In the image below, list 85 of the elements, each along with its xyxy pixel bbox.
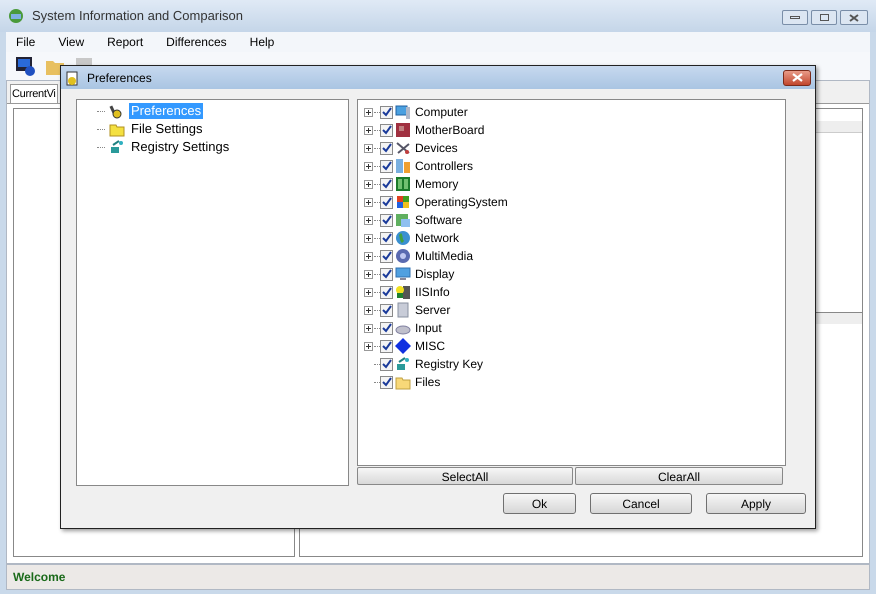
controller-icon [395,158,411,174]
category-label: Controllers [415,158,474,175]
expand-icon[interactable] [364,288,373,296]
dialog-title: Preferences [87,70,152,86]
menu-item[interactable]: Differences [166,33,227,51]
menu-item[interactable]: View [58,33,84,51]
nav-item[interactable]: Registry Settings [129,139,232,155]
expand-icon[interactable] [364,108,373,116]
software-icon [395,212,411,228]
menu-item[interactable]: Report [107,33,144,51]
checkbox[interactable] [380,196,393,208]
checkbox[interactable] [380,304,393,316]
category-label: IISInfo [415,284,450,301]
list-button[interactable]: ClearAll [575,467,783,485]
four-color-flag-icon [395,194,411,210]
expand-icon[interactable] [364,216,373,224]
checkbox[interactable] [380,322,393,334]
category-label: Memory [415,176,458,193]
checkbox[interactable] [380,286,393,298]
category-label: Display [415,266,454,283]
dialog-button[interactable]: Cancel [590,493,692,514]
checkbox[interactable] [380,376,393,388]
expand-icon[interactable] [364,324,373,332]
checkbox[interactable] [380,178,393,190]
checkbox[interactable] [380,124,393,136]
category-label: Input [415,320,442,337]
expand-icon[interactable] [364,306,373,314]
category-label: MotherBoard [415,122,484,139]
window-title: System Information and Comparison [32,7,243,26]
checkbox[interactable] [380,142,393,154]
category-label: Network [415,230,460,247]
category-label: MultiMedia [415,248,474,265]
registry-icon [109,139,125,155]
category-label: Software [415,212,462,229]
tools-icon [395,140,411,156]
server-key-icon [395,284,411,300]
expand-icon[interactable] [364,234,373,242]
checkbox[interactable] [380,232,393,244]
category-label: Computer [415,104,468,121]
memory-chip-icon [395,176,411,192]
registry-icon [395,356,411,372]
checkbox[interactable] [380,214,393,226]
expand-icon[interactable] [364,180,373,188]
category-label: Server [415,302,450,319]
dialog-button[interactable]: Ok [503,493,576,514]
server-icon [395,302,411,318]
status-text: Welcome [13,569,66,586]
menu-item[interactable]: Help [250,33,274,51]
globe-icon [8,8,24,24]
checkbox[interactable] [380,160,393,172]
expand-icon[interactable] [364,252,373,260]
category-label: Registry Key [415,356,484,373]
close-icon [849,14,859,22]
expand-icon[interactable] [364,162,373,170]
list-button[interactable]: SelectAll [357,467,573,485]
computer-info-icon[interactable] [14,55,36,77]
minimize-button[interactable] [782,10,808,25]
checkbox[interactable] [380,268,393,280]
checkbox[interactable] [380,106,393,118]
diamond-icon [395,338,411,354]
expand-icon[interactable] [364,342,373,350]
close-icon [792,73,802,82]
circuit-board-icon [395,122,411,138]
globe-icon [395,230,411,246]
checkbox[interactable] [380,250,393,262]
view-tab[interactable]: CurrentVi [10,84,58,103]
computer-icon [395,104,411,120]
expand-icon[interactable] [364,126,373,134]
category-label: Devices [415,140,458,157]
expand-icon[interactable] [364,144,373,152]
menu-item[interactable]: File [16,33,36,51]
maximize-button[interactable] [811,10,837,25]
nav-item[interactable]: File Settings [129,121,205,137]
checkbox[interactable] [380,358,393,370]
expand-icon[interactable] [364,198,373,206]
dialog-button[interactable]: Apply [706,493,806,514]
close-button[interactable] [840,10,868,25]
expand-icon[interactable] [364,270,373,278]
category-label: OperatingSystem [415,194,508,211]
speaker-icon [395,248,411,264]
close-button[interactable] [783,70,811,86]
checkbox[interactable] [380,340,393,352]
category-label: Files [415,374,440,391]
category-label: MISC [415,338,445,355]
monitor-icon [395,266,411,282]
